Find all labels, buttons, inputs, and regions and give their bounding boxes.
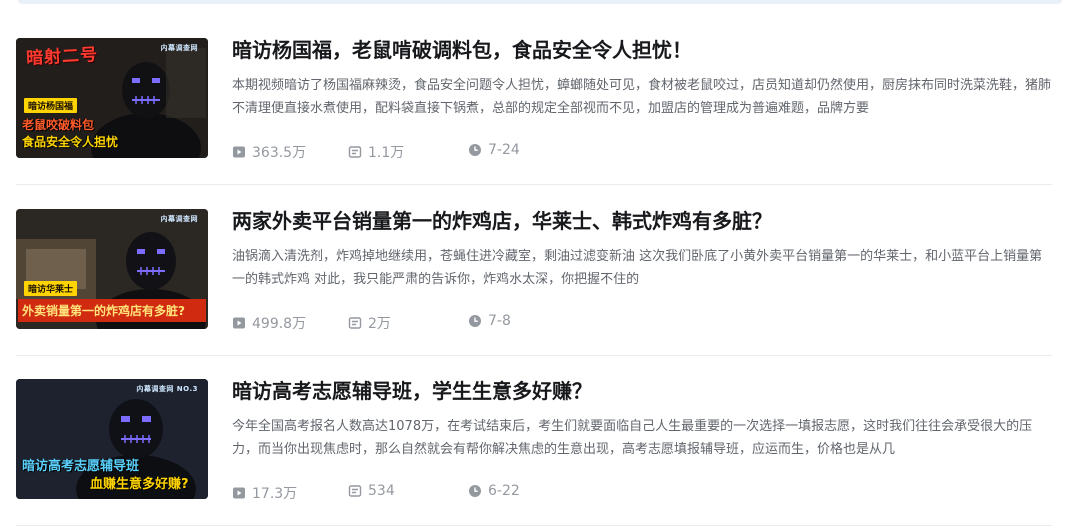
cover-line: 食品安全令人担忧 bbox=[22, 135, 119, 149]
video-description: 今年全国高考报名人数高达1078万，在考试结束后，考生们就要面临自己人生最重要的… bbox=[232, 419, 1033, 457]
cover-tag: 暗访杨国福 bbox=[24, 98, 78, 113]
danmaku-icon bbox=[348, 146, 362, 158]
cover-banner: 外卖销量第一的炸鸡店有多脏? bbox=[18, 299, 206, 322]
danmaku-icon bbox=[348, 317, 362, 329]
play-count-icon bbox=[233, 487, 245, 499]
video-meta: 17.3万 534 6-22 bbox=[232, 483, 1052, 503]
cover-logo: 内幕调查网 bbox=[160, 215, 198, 223]
video-description: 油锅滴入清洗剂，炸鸡掉地继续用，苍蝇住进冷藏室，剩油过滤变新油 这次我们卧底了小… bbox=[232, 249, 1043, 287]
danmaku-count-value: 1.1万 bbox=[368, 145, 405, 161]
publish-date-value: 6-22 bbox=[488, 483, 520, 499]
video-item[interactable]: 内幕调查网 NO.3 暗访高考志愿辅导班 血赚生意多好赚? 暗访高考志愿辅导班，… bbox=[16, 355, 1052, 526]
cover-logo: 内幕调查网 bbox=[160, 44, 198, 52]
video-cover[interactable]: 内幕调查网 NO.3 暗访高考志愿辅导班 血赚生意多好赚? bbox=[16, 379, 208, 499]
video-meta: 363.5万 1.1万 7-24 bbox=[232, 142, 1052, 162]
play-count-value: 363.5万 bbox=[252, 145, 307, 161]
cover-headline: 暗射二号 bbox=[25, 45, 99, 69]
video-info: 两家外卖平台销量第一的炸鸡店，华莱士、韩式炸鸡有多脏？ 油锅滴入清洗剂，炸鸡掉地… bbox=[232, 207, 1052, 333]
play-count: 17.3万 bbox=[232, 483, 297, 503]
cover-line: 暗访高考志愿辅导班 bbox=[22, 459, 140, 474]
video-item[interactable]: 暗射二号 内幕调查网 暗访杨国福 老鼠咬破料包 食品安全令人担忧 暗访杨国福，老… bbox=[16, 14, 1052, 185]
publish-date: 7-24 bbox=[468, 142, 520, 158]
danmaku-count-value: 2万 bbox=[368, 316, 391, 332]
cover-line: 血赚生意多好赚? bbox=[90, 477, 189, 492]
publish-date: 6-22 bbox=[468, 483, 520, 499]
publish-date-value: 7-8 bbox=[488, 313, 511, 329]
video-title[interactable]: 暗访高考志愿辅导班，学生生意多好赚？ bbox=[232, 377, 1052, 405]
cover-tag: 暗访华莱士 bbox=[24, 281, 78, 296]
cover-logo: 内幕调查网 NO.3 bbox=[136, 385, 198, 393]
video-description: 本期视频暗访了杨国福麻辣烫，食品安全问题令人担忧，蟑螂随处可见，食材被老鼠咬过，… bbox=[232, 78, 1052, 116]
play-count: 499.8万 bbox=[232, 313, 306, 333]
danmaku-icon bbox=[348, 485, 362, 497]
danmaku-count: 2万 bbox=[348, 313, 391, 333]
danmaku-count: 534 bbox=[348, 483, 395, 499]
publish-date: 7-8 bbox=[468, 313, 511, 329]
play-count-icon bbox=[233, 317, 245, 329]
play-count-value: 499.8万 bbox=[252, 316, 307, 332]
video-title[interactable]: 暗访杨国福，老鼠啃破调料包，食品安全令人担忧！ bbox=[232, 36, 1052, 64]
video-item[interactable]: 内幕调查网 暗访华莱士 外卖销量第一的炸鸡店有多脏? 两家外卖平台销量第一的炸鸡… bbox=[16, 185, 1052, 356]
video-info: 暗访杨国福，老鼠啃破调料包，食品安全令人担忧！ 本期视频暗访了杨国福麻辣烫，食品… bbox=[232, 36, 1052, 162]
publish-date-value: 7-24 bbox=[488, 142, 520, 158]
clock-icon bbox=[469, 315, 481, 327]
video-cover[interactable]: 暗射二号 内幕调查网 暗访杨国福 老鼠咬破料包 食品安全令人担忧 bbox=[16, 38, 208, 158]
video-title[interactable]: 两家外卖平台销量第一的炸鸡店，华莱士、韩式炸鸡有多脏？ bbox=[232, 207, 1052, 235]
play-count-icon bbox=[233, 146, 245, 158]
danmaku-count-value: 534 bbox=[368, 483, 395, 499]
clock-icon bbox=[469, 144, 481, 156]
play-count-value: 17.3万 bbox=[252, 486, 298, 502]
video-meta: 499.8万 2万 7-8 bbox=[232, 313, 1052, 333]
video-cover[interactable]: 内幕调查网 暗访华莱士 外卖销量第一的炸鸡店有多脏? bbox=[16, 209, 208, 329]
top-divider-strip bbox=[18, 0, 1062, 4]
video-info: 暗访高考志愿辅导班，学生生意多好赚？ 今年全国高考报名人数高达1078万，在考试… bbox=[232, 377, 1052, 503]
play-count: 363.5万 bbox=[232, 142, 306, 162]
danmaku-count: 1.1万 bbox=[348, 142, 404, 162]
clock-icon bbox=[469, 485, 481, 497]
cover-line: 老鼠咬破料包 bbox=[22, 118, 95, 132]
